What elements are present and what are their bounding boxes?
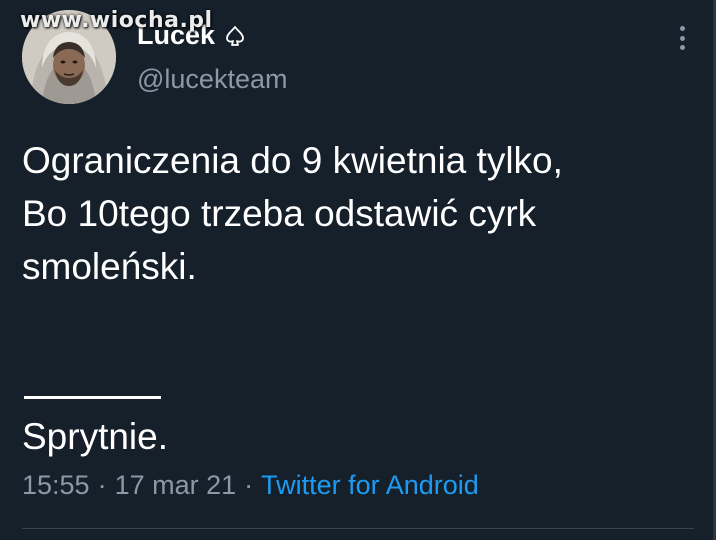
tweet-footer-text: Sprytnie. (22, 416, 169, 457)
tweet-meta: 15:55 · 17 mar 21 · Twitter for Android (22, 470, 479, 501)
tweet-time[interactable]: 15:55 (22, 470, 90, 501)
meta-separator: · (244, 470, 254, 500)
divider (22, 528, 694, 529)
more-options-button[interactable] (672, 24, 692, 52)
spade-icon (223, 24, 247, 48)
tweet-source-link[interactable]: Twitter for Android (261, 470, 479, 501)
more-dot-icon (679, 35, 685, 41)
more-dot-icon (679, 26, 685, 31)
text-separator-rule (24, 396, 161, 399)
tweet-date[interactable]: 17 mar 21 (115, 470, 237, 501)
watermark: www.wiocha.pl (20, 8, 213, 33)
more-dot-icon (679, 45, 685, 50)
tweet-text: Ograniczenia do 9 kwietnia tylko, Bo 10t… (22, 140, 563, 287)
user-handle[interactable]: @lucekteam (137, 64, 287, 95)
meta-separator: · (97, 470, 107, 500)
